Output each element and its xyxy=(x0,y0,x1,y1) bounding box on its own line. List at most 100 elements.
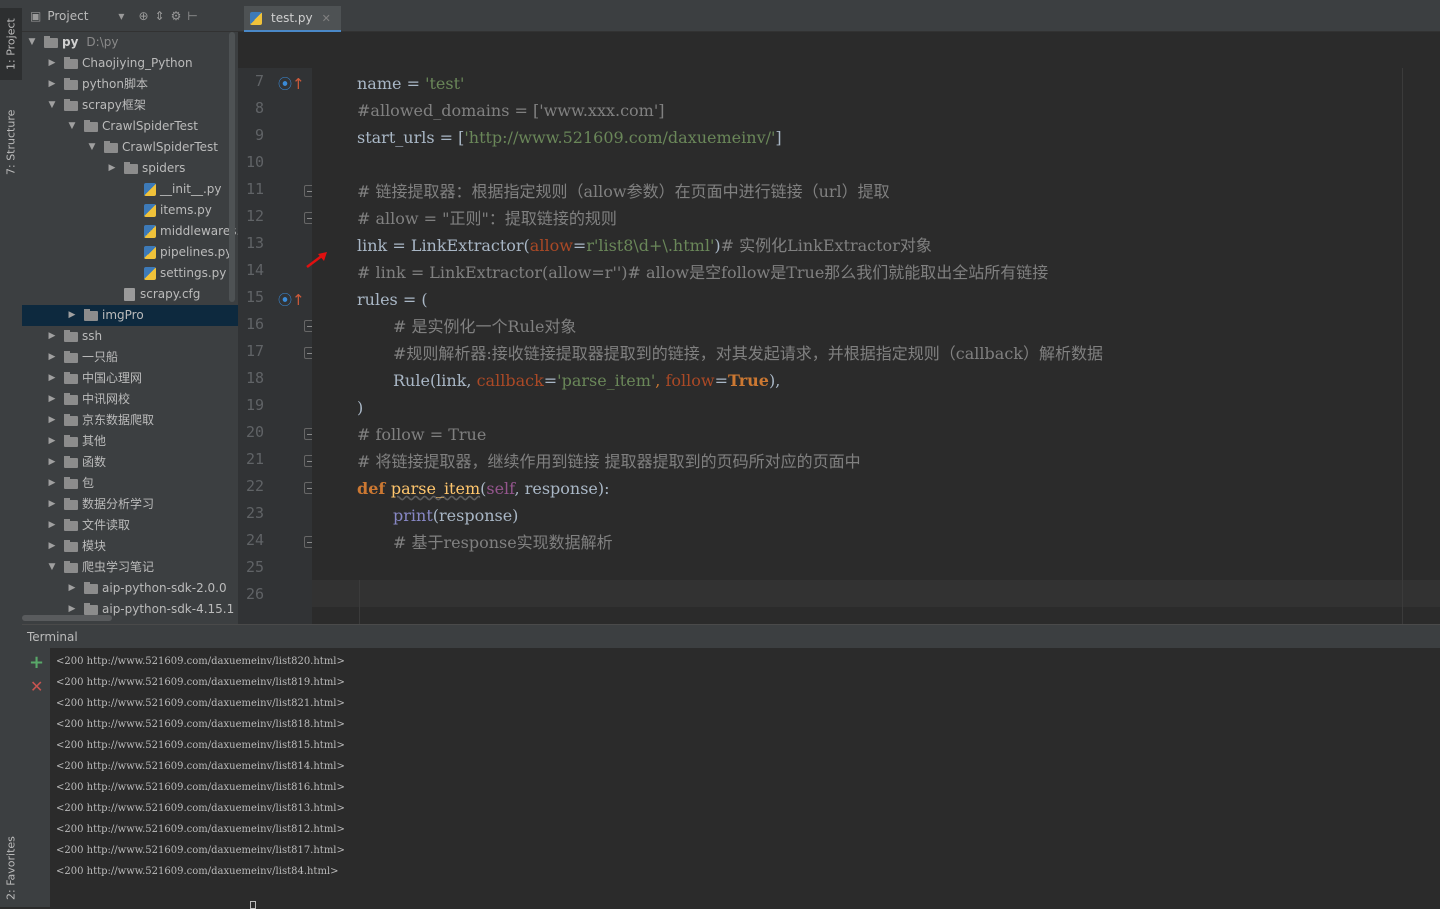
tree-item-label: 函数 xyxy=(82,455,107,469)
editor-tab[interactable]: test.py ✕ xyxy=(244,6,341,32)
expanded-arrow-icon[interactable]: ▼ xyxy=(26,32,38,53)
tree-item[interactable]: ▶ 数据分析学习 xyxy=(46,494,154,515)
tree-item[interactable]: ▼ 爬虫学习笔记 xyxy=(46,557,154,578)
terminal-output[interactable]: <200 http://www.521609.com/daxuemeinv/li… xyxy=(50,648,1440,909)
tree-item-label: 模块 xyxy=(82,539,107,553)
line-number: 18 xyxy=(245,369,264,387)
dropdown-arrow-icon[interactable]: ▾ xyxy=(118,9,124,23)
locate-icon[interactable]: ⊕ xyxy=(138,9,148,23)
tree-item-label: 包 xyxy=(82,476,95,490)
collapsed-arrow-icon[interactable]: ▶ xyxy=(46,536,58,557)
folder-icon xyxy=(64,371,78,384)
expanded-arrow-icon[interactable]: ▼ xyxy=(46,557,58,578)
collapsed-arrow-icon[interactable]: ▶ xyxy=(46,473,58,494)
indent-guide xyxy=(359,580,360,624)
terminal-line: <200 http://www.521609.com/daxuemeinv/li… xyxy=(56,845,345,856)
override-marker-icon[interactable]: ⦿↑ xyxy=(278,74,305,94)
code-editor[interactable]: name = 'test' #allowed_domains = ['www.x… xyxy=(312,68,1440,624)
collapsed-arrow-icon[interactable]: ▶ xyxy=(46,410,58,431)
tree-item-label: 京东数据爬取 xyxy=(82,413,155,427)
tree-item[interactable]: __init__.py xyxy=(126,179,222,200)
tree-item[interactable]: ▶ 模块 xyxy=(46,536,106,557)
caret-line-highlight xyxy=(312,580,1440,607)
tree-item[interactable]: ▶ Chaojiying_Python xyxy=(46,53,193,74)
collapsed-arrow-icon[interactable]: ▶ xyxy=(46,452,58,473)
tree-item[interactable]: ▼ CrawlSpiderTest xyxy=(66,116,198,137)
code-line-17: #规则解析器:接收链接提取器提取到的链接，对其发起请求，并根据指定规则（call… xyxy=(393,344,1103,363)
tree-item-label: 数据分析学习 xyxy=(82,497,155,511)
tree-item-label: 爬虫学习笔记 xyxy=(82,560,155,574)
tree-item-label: pipelines.py xyxy=(160,245,233,259)
tool-window-strip: 1: Project 7: Structure 2: Favorites xyxy=(0,0,23,907)
tree-item[interactable]: ▶ aip-python-sdk-2.0.0 xyxy=(66,578,227,599)
collapsed-arrow-icon[interactable]: ▶ xyxy=(46,326,58,347)
terminal-header[interactable]: Terminal xyxy=(22,624,1440,648)
collapsed-arrow-icon[interactable]: ▶ xyxy=(46,515,58,536)
line-number: 26 xyxy=(245,585,264,603)
tree-item[interactable]: ▶ 文件读取 xyxy=(46,515,130,536)
tree-item[interactable]: ▶ ssh xyxy=(46,326,103,347)
structure-tool-tab[interactable]: 7: Structure xyxy=(0,100,22,184)
tree-item[interactable]: items.py xyxy=(126,200,212,221)
line-number: 20 xyxy=(245,423,264,441)
expanded-arrow-icon[interactable]: ▼ xyxy=(86,137,98,158)
terminal-line: <200 http://www.521609.com/daxuemeinv/li… xyxy=(56,677,345,688)
close-tab-icon[interactable]: ✕ xyxy=(322,12,331,25)
terminal-line: <200 http://www.521609.com/daxuemeinv/li… xyxy=(56,719,345,730)
line-number: 10 xyxy=(245,153,264,171)
folder-icon xyxy=(84,308,98,321)
collapsed-arrow-icon[interactable]: ▶ xyxy=(46,368,58,389)
tree-item[interactable]: pipelines.py xyxy=(126,242,232,263)
line-number: 11 xyxy=(245,180,264,198)
tree-item[interactable]: ▶ 中国心理网 xyxy=(46,368,142,389)
collapsed-arrow-icon[interactable]: ▶ xyxy=(46,74,58,95)
tree-item[interactable]: ▼ py D:\py xyxy=(26,32,119,53)
collapsed-arrow-icon[interactable]: ▶ xyxy=(66,305,78,326)
collapsed-arrow-icon[interactable]: ▶ xyxy=(66,578,78,599)
python-file-icon xyxy=(144,246,156,259)
folder-icon xyxy=(84,602,98,615)
tree-item[interactable]: ▶ 一只船 xyxy=(46,347,118,368)
tree-item[interactable]: scrapy.cfg xyxy=(106,284,200,305)
folder-icon xyxy=(64,350,78,363)
tree-item[interactable]: ▼ CrawlSpiderTest xyxy=(86,137,218,158)
collapsed-arrow-icon[interactable]: ▶ xyxy=(46,53,58,74)
tree-item[interactable]: ▶ spiders xyxy=(106,158,186,179)
line-number: 14 xyxy=(245,261,264,279)
tree-item[interactable]: ▶ imgPro xyxy=(22,305,238,326)
collapsed-arrow-icon[interactable]: ▶ xyxy=(46,347,58,368)
collapsed-arrow-icon[interactable]: ▶ xyxy=(46,494,58,515)
new-session-plus-icon[interactable]: + xyxy=(29,652,44,673)
tree-item[interactable]: ▶ 包 xyxy=(46,473,94,494)
folder-icon xyxy=(84,119,98,132)
tree-item[interactable]: ▼ scrapy框架 xyxy=(46,95,146,116)
hide-panel-icon[interactable]: ⊢ xyxy=(187,9,197,23)
override-marker-icon[interactable]: ⦿↑ xyxy=(278,290,305,310)
collapsed-arrow-icon[interactable]: ▶ xyxy=(106,158,118,179)
project-tree-hscrollbar[interactable] xyxy=(22,615,112,621)
tree-item[interactable]: ▶ 其他 xyxy=(46,431,106,452)
tree-item-label: aip-python-sdk-4.15.1 xyxy=(102,602,235,616)
tree-item[interactable]: middlewares.py xyxy=(126,221,238,242)
collapse-all-icon[interactable]: ⇕ xyxy=(155,9,165,23)
code-line-14: # link = LinkExtractor(allow=r'')# allow… xyxy=(357,263,1049,282)
expanded-arrow-icon[interactable]: ▼ xyxy=(46,95,58,116)
tree-item-label: CrawlSpiderTest xyxy=(122,140,218,154)
tree-item[interactable]: ▶ python脚本 xyxy=(46,74,148,95)
tree-item[interactable]: settings.py xyxy=(126,263,226,284)
project-tool-tab[interactable]: 1: Project xyxy=(0,8,22,80)
expanded-arrow-icon[interactable]: ▼ xyxy=(66,116,78,137)
collapsed-arrow-icon[interactable]: ▶ xyxy=(46,389,58,410)
folder-icon xyxy=(64,497,78,510)
project-tree-scrollbar[interactable] xyxy=(229,32,235,302)
close-session-x-icon[interactable]: ✕ xyxy=(30,677,43,696)
tree-item[interactable]: ▶ 京东数据爬取 xyxy=(46,410,154,431)
favorites-tool-tab[interactable]: 2: Favorites xyxy=(0,832,22,904)
project-view-selector[interactable]: Project xyxy=(47,9,88,23)
line-number: 25 xyxy=(245,558,264,576)
tree-item[interactable]: ▶ 函数 xyxy=(46,452,106,473)
tree-item[interactable]: ▶ 中讯网校 xyxy=(46,389,130,410)
collapsed-arrow-icon[interactable]: ▶ xyxy=(46,431,58,452)
code-line-15: rules = ( xyxy=(357,290,428,309)
settings-gear-icon[interactable]: ⚙ xyxy=(171,9,182,23)
